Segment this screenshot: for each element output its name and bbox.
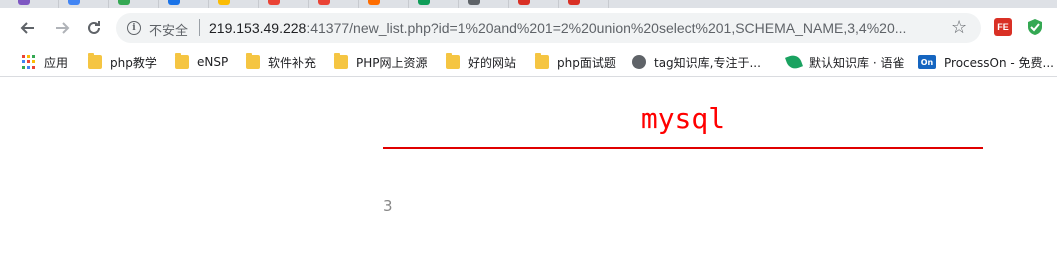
folder-icon (334, 53, 348, 69)
folder-icon (535, 53, 549, 69)
globe-icon (632, 55, 646, 69)
bookmark-label: 软件补充 (268, 55, 317, 70)
processon-icon: On (918, 55, 936, 69)
tab-favicon-icon (268, 0, 280, 5)
browser-tab[interactable] (58, 0, 109, 8)
browser-tab[interactable] (408, 0, 459, 8)
bookmark-tag-kb[interactable]: tag知识库,专注于... (632, 54, 761, 70)
tab-favicon-icon (118, 0, 130, 5)
bookmark-php-teaching[interactable]: php教学 (88, 53, 157, 70)
browser-tab[interactable] (558, 0, 609, 8)
folder-icon (246, 53, 260, 69)
bookmark-star-icon[interactable]: ☆ (951, 17, 967, 38)
browser-tab[interactable] (108, 0, 159, 8)
bookmark-apps[interactable]: 应用 (22, 54, 68, 70)
browser-tab[interactable] (158, 0, 209, 8)
tab-favicon-icon (468, 0, 480, 5)
browser-tab[interactable] (208, 0, 259, 8)
bookmark-label: tag知识库,专注于... (654, 55, 761, 70)
tab-favicon-icon (18, 0, 30, 5)
bookmarks-bar: 应用 php教学 eNSP 软件补充 PHP网上资源 好的网站 php面试题 t… (0, 48, 1057, 77)
bookmark-software[interactable]: 软件补充 (246, 53, 317, 70)
bookmark-label: eNSP (197, 55, 229, 69)
bookmark-label: ProcessOn - 免费... (944, 55, 1054, 70)
tab-favicon-icon (568, 0, 580, 5)
url-text[interactable]: 219.153.49.228:41377/new_list.php?id=1%2… (209, 20, 906, 36)
browser-tab[interactable] (358, 0, 409, 8)
bookmark-php-resources[interactable]: PHP网上资源 (334, 53, 428, 70)
bookmark-processon[interactable]: On ProcessOn - 免费... (918, 54, 1054, 70)
extension-fe-icon[interactable]: FE (994, 18, 1012, 36)
security-label[interactable]: 不安全 (149, 20, 188, 39)
apps-icon (22, 55, 36, 69)
info-icon[interactable]: i (127, 21, 141, 35)
bookmark-label: 好的网站 (468, 55, 517, 70)
bookmark-label: 默认知识库 · 语雀 (809, 55, 905, 70)
tab-favicon-icon (518, 0, 530, 5)
bookmark-php-interview[interactable]: php面试题 (535, 53, 616, 70)
bookmark-label: php面试题 (557, 55, 616, 70)
tab-strip (0, 0, 1057, 8)
page-content: mysql 3 (0, 77, 1057, 259)
title-divider (383, 147, 983, 149)
browser-tab[interactable] (8, 0, 59, 8)
address-bar[interactable]: i 不安全 219.153.49.228:41377/new_list.php?… (116, 13, 981, 43)
bookmark-yuque[interactable]: 默认知识库 · 语雀 (785, 53, 905, 71)
bookmark-label: php教学 (110, 55, 157, 70)
browser-tab[interactable] (258, 0, 309, 8)
bookmark-label: PHP网上资源 (356, 55, 428, 70)
back-arrow-icon (20, 22, 34, 34)
extension-shield-icon[interactable] (1026, 18, 1044, 36)
page-title: mysql (640, 102, 726, 135)
browser-tab[interactable] (508, 0, 559, 8)
tab-favicon-icon (368, 0, 380, 5)
reload-icon (88, 21, 100, 34)
bookmark-good-sites[interactable]: 好的网站 (446, 53, 517, 70)
forward-button[interactable] (50, 16, 74, 40)
back-button[interactable] (16, 16, 40, 40)
forward-arrow-icon (56, 22, 70, 34)
tab-favicon-icon (68, 0, 80, 5)
tab-favicon-icon (218, 0, 230, 5)
bookmark-ensp[interactable]: eNSP (175, 53, 229, 70)
url-host: 219.153.49.228 (209, 20, 307, 36)
reload-button[interactable] (82, 16, 106, 40)
browser-tab[interactable] (458, 0, 509, 8)
yuque-icon (785, 53, 803, 71)
result-value: 3 (383, 197, 393, 215)
omnibox-divider (199, 19, 200, 36)
folder-icon (88, 53, 102, 69)
tab-favicon-icon (318, 0, 330, 5)
bookmark-label: 应用 (44, 55, 69, 70)
tab-favicon-icon (418, 0, 430, 5)
folder-icon (446, 53, 460, 69)
tab-favicon-icon (168, 0, 180, 5)
browser-tab[interactable] (308, 0, 359, 8)
url-path: :41377/new_list.php?id=1%20and%201=2%20u… (306, 20, 907, 36)
browser-toolbar: i 不安全 219.153.49.228:41377/new_list.php?… (0, 8, 1057, 48)
folder-icon (175, 53, 189, 69)
